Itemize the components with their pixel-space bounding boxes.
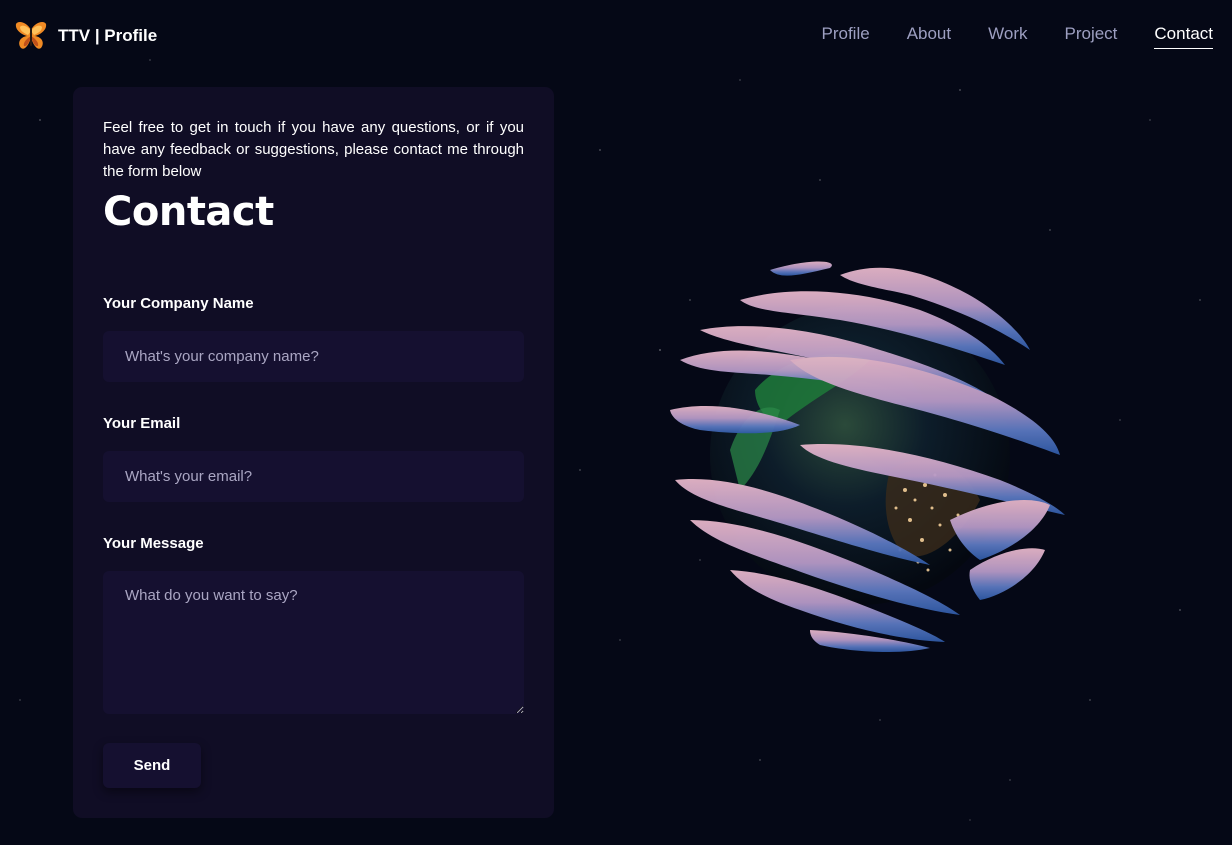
nav-item-contact[interactable]: Contact <box>1154 24 1213 49</box>
butterfly-logo-icon <box>15 22 47 49</box>
contact-intro-text: Feel free to get in touch if you have an… <box>103 119 524 180</box>
brand-suffix: | Profile <box>90 26 158 45</box>
nav-links: Profile About Work Project Contact <box>822 24 1213 49</box>
company-name-input[interactable] <box>103 331 524 382</box>
nav-item-work[interactable]: Work <box>988 24 1027 49</box>
page-title: Contact <box>103 189 274 235</box>
company-name-label: Your Company Name <box>103 295 254 312</box>
email-input[interactable] <box>103 451 524 502</box>
globe-graphic <box>670 261 1065 652</box>
message-textarea[interactable] <box>103 571 524 714</box>
brand-link[interactable]: TTV | Profile <box>14 20 157 52</box>
brand-text: TTV | Profile <box>58 26 157 46</box>
nav-item-project[interactable]: Project <box>1064 24 1117 49</box>
contact-card: Feel free to get in touch if you have an… <box>73 87 554 818</box>
send-button[interactable]: Send <box>103 743 201 788</box>
brand-name: TTV <box>58 26 91 45</box>
message-label: Your Message <box>103 535 204 552</box>
nav-item-about[interactable]: About <box>907 24 951 49</box>
email-label: Your Email <box>103 415 181 432</box>
navbar: TTV | Profile Profile About Work Project… <box>0 0 1232 72</box>
earth-globe-3d-icon[interactable] <box>660 250 1080 660</box>
nav-item-profile[interactable]: Profile <box>822 24 870 49</box>
